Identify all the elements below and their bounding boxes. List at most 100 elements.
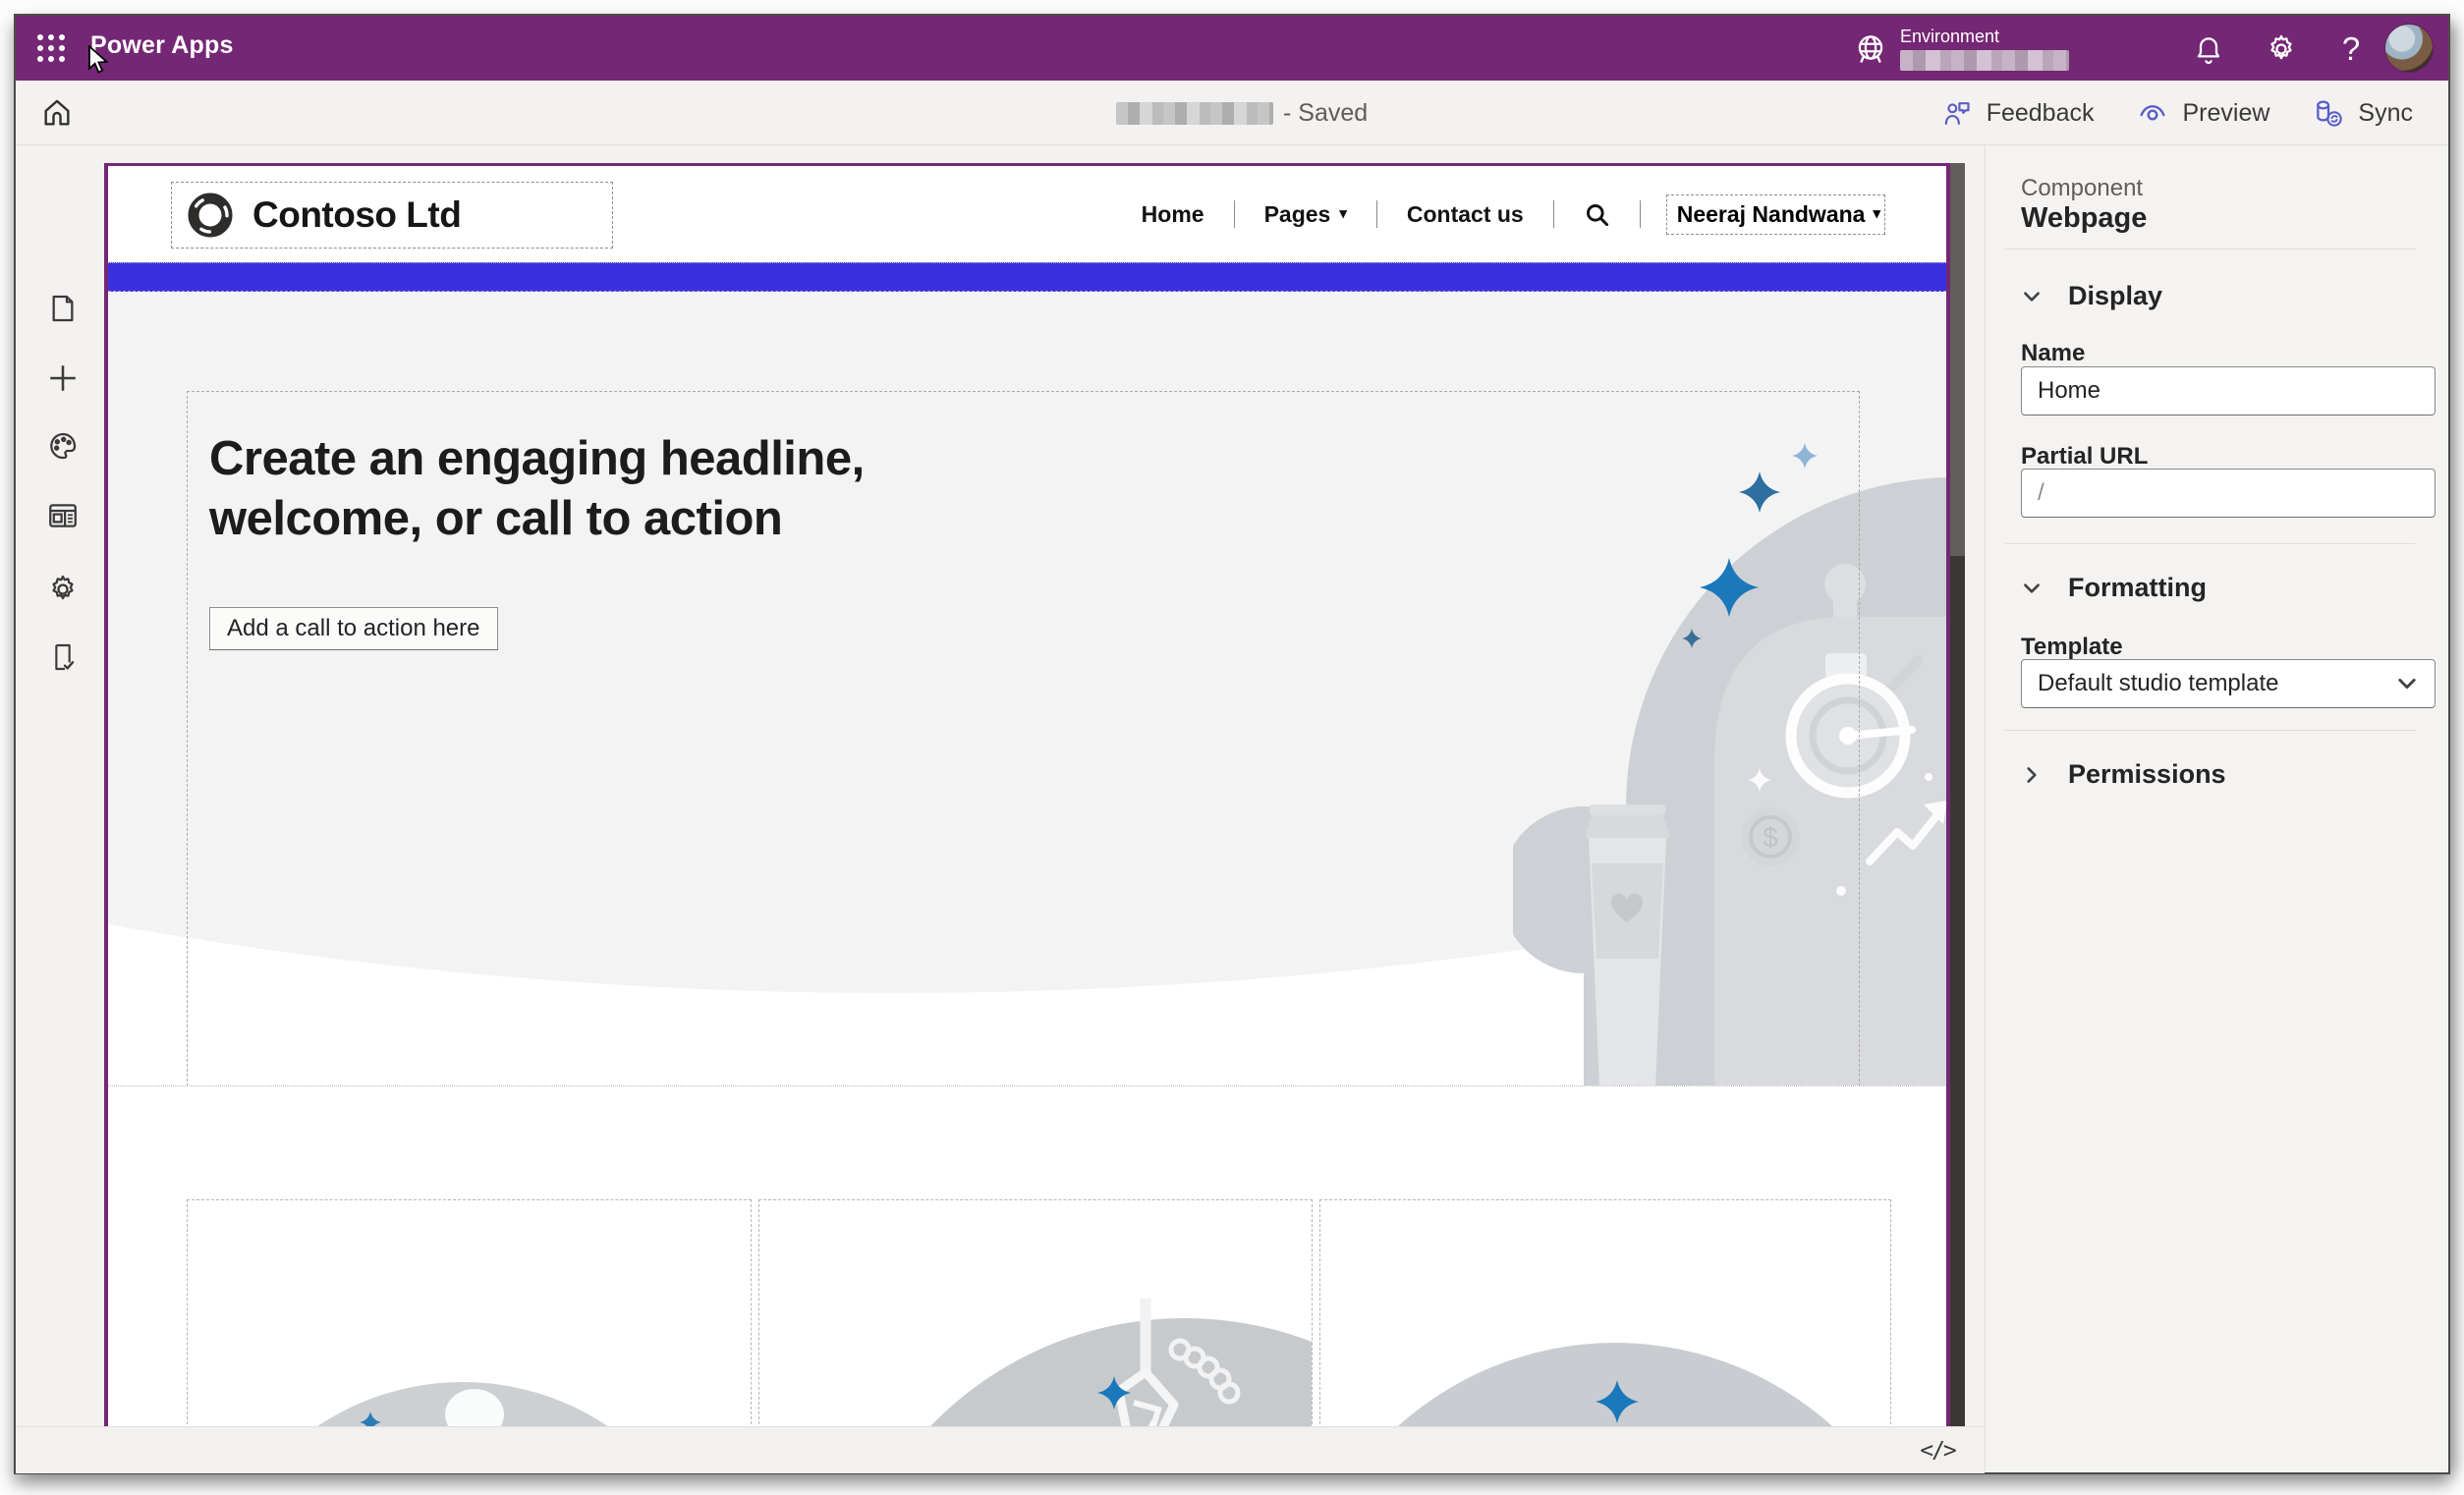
mobile-preview-rail-button[interactable] — [43, 637, 83, 677]
chevron-down-icon — [2021, 286, 2043, 307]
hero-section[interactable]: $ Create — [108, 292, 1946, 1086]
chevron-down-icon — [2021, 578, 2043, 599]
nav-user-menu[interactable]: Neeraj Nandwana▾ — [1666, 194, 1885, 235]
account-avatar[interactable] — [2384, 24, 2434, 73]
site-accent-bar[interactable] — [108, 262, 1946, 292]
sync-label: Sync — [2358, 99, 2413, 128]
question-mark-icon: ? — [2342, 30, 2360, 68]
setup-rail-button[interactable] — [43, 570, 83, 609]
app-window: Power Apps Environment — [14, 14, 2450, 1474]
partial-url-input[interactable]: / — [2021, 469, 2436, 518]
component-label: Component — [2021, 175, 2143, 202]
waffle-menu-icon[interactable] — [29, 27, 73, 70]
mobile-check-icon — [47, 641, 79, 673]
nav-search-button[interactable] — [1554, 201, 1640, 228]
chevron-down-icon: ▾ — [1339, 209, 1347, 219]
gear-icon — [2265, 32, 2298, 66]
component-type: Webpage — [2021, 202, 2147, 235]
search-icon — [1584, 201, 1610, 228]
feedback-label: Feedback — [1987, 99, 2095, 128]
page-icon — [47, 293, 79, 324]
cta-button[interactable]: Add a call to action here — [209, 607, 498, 650]
code-editor-button[interactable]: </> — [1910, 1433, 1965, 1468]
mouse-cursor — [86, 45, 112, 75]
sync-button[interactable]: Sync — [2313, 97, 2413, 129]
formatting-section-header[interactable]: Formatting — [2021, 573, 2207, 603]
styling-rail-button[interactable] — [43, 426, 83, 466]
status-bar: </> — [16, 1426, 1985, 1473]
feedback-button[interactable]: Feedback — [1942, 98, 2095, 129]
bell-icon — [2193, 33, 2224, 65]
pages-rail-button[interactable] — [43, 289, 83, 328]
template-dropdown[interactable]: Default studio template — [2021, 659, 2436, 708]
toolbar-actions: Feedback Preview Sync — [1942, 81, 2413, 145]
home-icon — [40, 96, 74, 130]
card-1-illustration — [188, 1200, 752, 1426]
environment-picker[interactable]: Environment — [1845, 16, 2069, 81]
site-logo[interactable]: Contoso Ltd — [171, 182, 613, 249]
hero-headline-line1: Create an engaging headline, — [209, 429, 865, 489]
card-1[interactable] — [187, 1199, 752, 1426]
environment-label: Environment — [1900, 27, 2069, 46]
webpages-rail-button[interactable] — [43, 496, 83, 535]
hero-headline-line2: welcome, or call to action — [209, 489, 865, 549]
site-title-status: - Saved — [1116, 81, 1368, 145]
nav-home[interactable]: Home — [1112, 201, 1234, 228]
top-header-bar: Power Apps Environment — [16, 16, 2448, 81]
rail-gear-icon — [46, 573, 80, 606]
cards-section — [108, 1086, 1946, 1426]
display-section-label: Display — [2068, 281, 2162, 311]
add-component-rail-button[interactable] — [43, 359, 83, 398]
template-value: Default studio template — [2038, 660, 2278, 707]
panel-divider — [2005, 730, 2416, 731]
partial-url-label: Partial URL — [2021, 443, 2148, 471]
waffle-icon — [36, 33, 66, 63]
feedback-icon — [1942, 98, 1973, 129]
canvas-scrollbar[interactable] — [1950, 163, 1965, 1426]
chevron-down-icon — [2395, 672, 2419, 695]
sync-icon — [2313, 97, 2344, 129]
chevron-right-icon — [2021, 764, 2043, 786]
notifications-button[interactable] — [2187, 28, 2230, 71]
globe-icon — [1853, 31, 1888, 72]
template-field-label: Template — [2021, 634, 2123, 661]
permissions-section-label: Permissions — [2068, 759, 2226, 790]
nav-divider — [1640, 200, 1641, 228]
preview-eye-icon — [2137, 97, 2168, 129]
name-input[interactable]: Home — [2021, 366, 2436, 415]
palette-icon — [46, 429, 80, 463]
contoso-logo-icon — [184, 189, 237, 242]
name-field-label: Name — [2021, 340, 2085, 367]
plus-icon — [46, 361, 80, 395]
panel-divider — [2005, 543, 2416, 544]
formatting-section-label: Formatting — [2068, 573, 2207, 603]
card-3[interactable] — [1319, 1199, 1891, 1426]
nav-contact-us[interactable]: Contact us — [1377, 201, 1553, 228]
home-button[interactable] — [37, 93, 77, 133]
site-name-redacted — [1116, 102, 1273, 125]
website-preview-frame: Contoso Ltd Home Pages▾ Contact us — [104, 163, 1950, 1426]
design-canvas: Contoso Ltd Home Pages▾ Contact us — [104, 163, 1965, 1426]
card-3-illustration — [1320, 1200, 1891, 1426]
permissions-section-header[interactable]: Permissions — [2021, 759, 2226, 790]
site-header: Contoso Ltd Home Pages▾ Contact us — [108, 166, 1946, 262]
chevron-down-icon: ▾ — [1873, 209, 1880, 219]
saved-status: - Saved — [1283, 99, 1368, 128]
site-logo-text: Contoso Ltd — [252, 194, 461, 236]
card-2[interactable] — [758, 1199, 1313, 1426]
settings-button[interactable] — [2260, 28, 2303, 71]
hero-headline[interactable]: Create an engaging headline, welcome, or… — [209, 429, 865, 549]
left-navigation-rail — [16, 145, 104, 1472]
browser-layout-icon — [46, 499, 80, 532]
card-2-illustration — [759, 1200, 1313, 1426]
environment-name-redacted — [1900, 50, 2069, 71]
help-button[interactable]: ? — [2329, 28, 2373, 71]
properties-panel: Component Webpage Display Name Home Part… — [1985, 145, 2448, 1472]
canvas-scrollbar-thumb[interactable] — [1950, 163, 1965, 556]
display-section-header[interactable]: Display — [2021, 281, 2162, 311]
nav-pages[interactable]: Pages▾ — [1235, 201, 1376, 228]
site-navigation: Home Pages▾ Contact us Neeraj Nandwana▾ — [1112, 166, 1885, 262]
command-toolbar: - Saved Feedback Preview — [16, 81, 2448, 145]
preview-button[interactable]: Preview — [2137, 97, 2269, 129]
preview-label: Preview — [2182, 99, 2269, 128]
